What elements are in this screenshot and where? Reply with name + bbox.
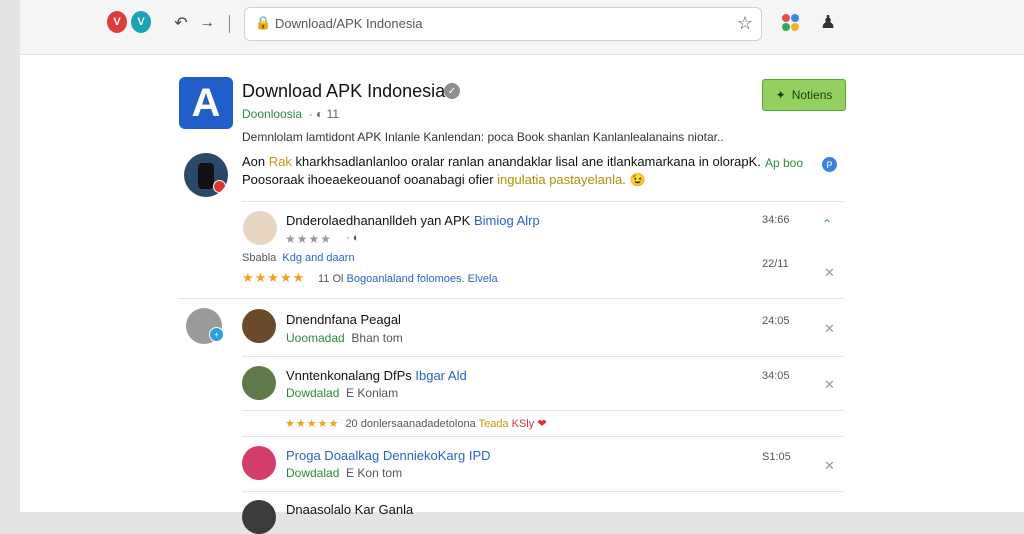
brand-a-icon[interactable]: V [107,11,127,33]
list-item-title[interactable]: Dnderolaedhananlldeh yan APK Bimiog Alrp [286,213,540,228]
divider [178,298,844,299]
meta-line: Sbabla Kdg and daarn [242,252,355,264]
extensions-icon[interactable] [780,12,802,34]
timestamp: 24:05 [762,315,790,327]
app-logo: A [179,77,233,129]
timestamp: 34:66 [762,214,790,226]
brand-b-icon[interactable]: V [131,11,151,33]
close-icon[interactable]: ✕ [824,458,835,474]
avatar[interactable]: + [186,308,224,344]
toolbar-divider [229,15,230,33]
post-text-line1: Aon Rak kharkhsadlanlanloo oralar ranlan… [242,154,761,169]
close-icon[interactable]: ✕ [824,265,835,281]
list-item-title[interactable]: Dnaasolalo Kar Ganla [286,502,413,517]
back-icon[interactable]: ↶ [170,12,192,34]
timestamp: S1:05 [762,451,791,463]
app-description: Demnlolam lamtidont APK Inlanle Kanlenda… [242,130,724,144]
post-badge-icon[interactable]: P [822,157,837,172]
heart-icon: ❤ [537,418,547,430]
avatar[interactable] [242,446,276,480]
avatar[interactable] [243,211,277,245]
close-icon[interactable]: ✕ [824,321,835,337]
list-item-subtitle: Dowdalad E Kon tom [286,466,403,480]
rating-stars: ★★★★ [285,232,333,246]
avatar[interactable] [242,309,276,343]
rating-stars: ★★★★★ [242,270,306,285]
post-action-link[interactable]: Ap boo [765,156,803,170]
url-text[interactable]: Download/APK Indonesia [275,16,422,31]
rating-text: 11 Ol Bogoanlaland folomoes. Elvela [318,273,498,285]
app-subtitle: Doonloosia · ◐ 11 [242,107,340,121]
comment-line: ★★★★★ 20 donlersaanadadetolona Teada KSl… [285,418,547,430]
browser-window: V V ↶ → 🔒 Download/APK Indonesia ☆ ♟ A D… [20,0,1024,534]
avatar[interactable] [242,500,276,534]
page-title: Download APK Indonesia [242,81,446,101]
notification-button[interactable]: ✦ Notiens [762,79,846,111]
list-item-subtitle: Uoomadad Bhan tom [286,331,403,345]
lock-icon: 🔒 [255,15,272,30]
divider [242,436,844,437]
wink-emoji-icon: 😉 [629,172,646,187]
chevron-up-icon[interactable]: ⌃ [822,217,832,231]
divider [242,201,844,202]
address-bar[interactable]: 🔒 Download/APK Indonesia ☆ [244,7,762,41]
timestamp: 22/11 [762,258,789,270]
divider [242,491,844,492]
profile-icon[interactable]: ♟ [820,12,836,33]
divider [242,356,844,357]
list-item-title[interactable]: Dnendnfana Peagal [286,312,401,327]
list-item-subtitle: Dowdalad E Konlam [286,386,399,400]
timestamp: 34:05 [762,370,790,382]
avatar[interactable] [242,366,276,400]
forward-icon[interactable]: → [196,12,218,34]
badge-icon: + [209,327,224,342]
divider [242,410,844,411]
bookmark-star-icon[interactable]: ☆ [737,13,753,34]
list-item-title[interactable]: Proga Doaalkag DenniekoKarg IPD [286,448,491,463]
browser-toolbar: V V ↶ → 🔒 Download/APK Indonesia ☆ ♟ [20,0,1024,55]
clock-icon: · ◐ [346,232,360,244]
avatar[interactable] [184,153,228,197]
bell-icon: ✦ [775,88,786,102]
verified-icon: ✓ [444,83,460,99]
list-item-title[interactable]: Vnntenkonalang DfPs Ibgar Ald [286,368,467,383]
post-text-line2: Poosoraak ihoeaekeouanof ooanabagi ofier… [242,172,646,187]
close-icon[interactable]: ✕ [824,377,835,393]
